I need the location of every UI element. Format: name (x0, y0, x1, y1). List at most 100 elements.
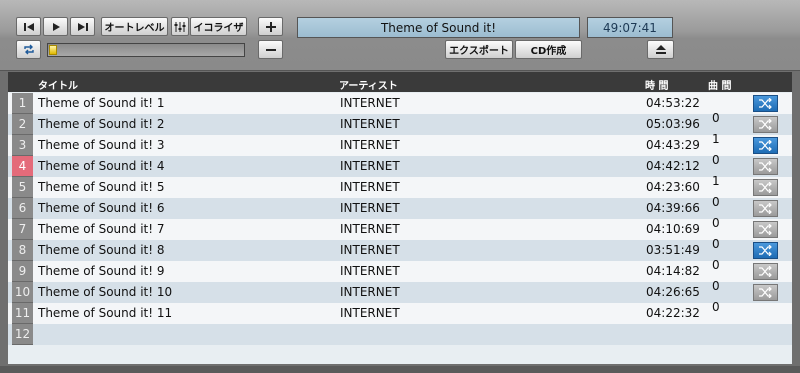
track-time: 04:14:82 (646, 264, 700, 278)
track-row[interactable]: 12 (8, 324, 792, 345)
track-list: タイトル アーティスト 時 間 曲 間 1 Theme of Sound it! … (8, 72, 792, 364)
shuffle-toggle[interactable] (753, 179, 778, 196)
repeat-icon (23, 44, 34, 55)
shuffle-icon (759, 119, 772, 130)
shuffle-toggle[interactable] (753, 158, 778, 175)
shuffle-icon (759, 245, 772, 256)
shuffle-toggle[interactable] (753, 95, 778, 112)
progress-fill (49, 45, 57, 55)
track-title: Theme of Sound it! 10 (38, 285, 173, 299)
add-button[interactable] (258, 17, 283, 36)
track-time: 04:10:69 (646, 222, 700, 236)
plus-icon (265, 21, 276, 32)
track-time: 05:03:96 (646, 117, 700, 131)
track-time: 04:26:65 (646, 285, 700, 299)
remove-button[interactable] (258, 40, 283, 59)
track-row[interactable]: 6 Theme of Sound it! 6 INTERNET 04:39:66 (8, 198, 792, 219)
export-button[interactable]: エクスポート (445, 40, 513, 59)
track-title: Theme of Sound it! 1 (38, 96, 165, 110)
track-row[interactable]: 2 Theme of Sound it! 2 INTERNET 05:03:96 (8, 114, 792, 135)
shuffle-icon (759, 140, 772, 151)
gap-value: 1 (712, 132, 720, 146)
track-artist: INTERNET (340, 264, 400, 278)
track-number: 9 (12, 261, 33, 282)
track-title: Theme of Sound it! 8 (38, 243, 165, 257)
eject-button[interactable] (647, 40, 674, 59)
next-track-button[interactable] (70, 17, 95, 36)
track-time: 04:23:60 (646, 180, 700, 194)
track-number: 6 (12, 198, 33, 219)
shuffle-toggle[interactable] (753, 263, 778, 280)
track-title: Theme of Sound it! 5 (38, 180, 165, 194)
track-row[interactable]: 10 Theme of Sound it! 10 INTERNET 04:26:65 (8, 282, 792, 303)
shuffle-icon (759, 161, 772, 172)
track-number: 1 (12, 93, 33, 114)
track-time: 04:53:22 (646, 96, 700, 110)
track-row[interactable]: 5 Theme of Sound it! 5 INTERNET 04:23:60 (8, 177, 792, 198)
eject-icon (655, 45, 666, 54)
track-row[interactable]: 9 Theme of Sound it! 9 INTERNET 04:14:82 (8, 261, 792, 282)
track-artist: INTERNET (340, 138, 400, 152)
track-row[interactable]: 8 Theme of Sound it! 8 INTERNET 03:51:49 (8, 240, 792, 261)
shuffle-icon (759, 182, 772, 193)
track-number: 3 (12, 135, 33, 156)
track-number: 10 (12, 282, 33, 303)
gap-value: 0 (712, 195, 720, 209)
track-title: Theme of Sound it! 3 (38, 138, 165, 152)
equalizer-sliders-icon (174, 21, 186, 32)
artist-column-header[interactable]: アーティスト (339, 77, 398, 92)
shuffle-icon (759, 224, 772, 235)
window-bottom-bar (0, 366, 800, 373)
shuffle-toggle[interactable] (753, 242, 778, 259)
track-artist: INTERNET (340, 117, 400, 131)
gap-value: 0 (712, 237, 720, 251)
shuffle-toggle[interactable] (753, 116, 778, 133)
play-button[interactable] (43, 17, 68, 36)
track-row[interactable]: 1 Theme of Sound it! 1 INTERNET 04:53:22 (8, 93, 792, 114)
track-title: Theme of Sound it! 11 (38, 306, 173, 320)
track-title: Theme of Sound it! 6 (38, 201, 165, 215)
shuffle-icon (759, 287, 772, 298)
shuffle-icon (759, 203, 772, 214)
track-number: 12 (12, 324, 33, 345)
gap-value: 0 (712, 258, 720, 272)
equalizer-icon-button[interactable] (171, 17, 189, 36)
shuffle-toggle[interactable] (753, 284, 778, 301)
track-artist: INTERNET (340, 306, 400, 320)
auto-level-button[interactable]: オートレベル (101, 17, 168, 36)
track-row[interactable]: 4 Theme of Sound it! 4 INTERNET 04:42:12 (8, 156, 792, 177)
track-time: 04:43:29 (646, 138, 700, 152)
title-column-header[interactable]: タイトル (38, 77, 78, 92)
track-row[interactable]: 3 Theme of Sound it! 3 INTERNET 04:43:29 (8, 135, 792, 156)
time-column-header[interactable]: 時 間 (645, 77, 668, 92)
shuffle-toggle[interactable] (753, 137, 778, 154)
track-time: 03:51:49 (646, 243, 700, 257)
minus-icon (265, 48, 276, 51)
elapsed-time-display: 49:07:41 (587, 17, 673, 38)
play-icon (52, 22, 60, 31)
track-artist: INTERNET (340, 180, 400, 194)
track-artist: INTERNET (340, 243, 400, 257)
gap-value: 0 (712, 111, 720, 125)
equalizer-button[interactable]: イコライザ (190, 17, 247, 36)
track-artist: INTERNET (340, 222, 400, 236)
shuffle-toggle[interactable] (753, 221, 778, 238)
track-title: Theme of Sound it! 7 (38, 222, 165, 236)
cd-create-button[interactable]: CD作成 (515, 40, 582, 59)
track-artist: INTERNET (340, 285, 400, 299)
track-row[interactable]: 11 Theme of Sound it! 11 INTERNET 04:22:32 (8, 303, 792, 324)
gap-column-header[interactable]: 曲 間 (708, 77, 731, 92)
playback-progress-bar[interactable] (47, 43, 245, 57)
shuffle-icon (759, 266, 772, 277)
shuffle-toggle[interactable] (753, 200, 778, 217)
repeat-button[interactable] (16, 40, 41, 59)
track-artist: INTERNET (340, 201, 400, 215)
track-title: Theme of Sound it! 4 (38, 159, 165, 173)
track-number: 7 (12, 219, 33, 240)
previous-track-button[interactable] (16, 17, 41, 36)
track-row[interactable]: 7 Theme of Sound it! 7 INTERNET 04:10:69 (8, 219, 792, 240)
track-list-header: タイトル アーティスト 時 間 曲 間 (8, 72, 792, 92)
track-title: Theme of Sound it! 2 (38, 117, 165, 131)
player-toolbar: オートレベル イコライザ Theme of Sound it! 49:07:41… (0, 0, 800, 71)
track-time: 04:22:32 (646, 306, 700, 320)
